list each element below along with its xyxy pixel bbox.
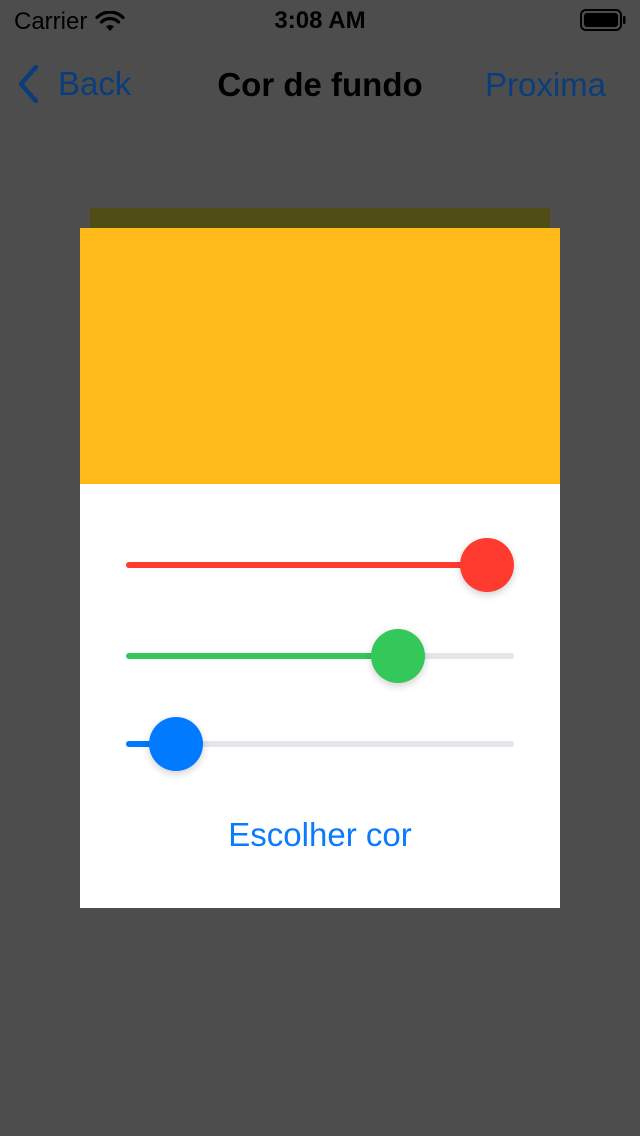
- green-slider-fill: [126, 653, 398, 659]
- green-slider-thumb[interactable]: [370, 629, 425, 683]
- choose-color-button[interactable]: Escolher cor: [80, 816, 560, 854]
- red-slider-fill: [126, 562, 514, 568]
- color-picker-card: Escolher cor: [80, 228, 560, 908]
- card-background-strip: [90, 208, 550, 230]
- blue-slider[interactable]: [126, 714, 514, 774]
- red-slider-thumb[interactable]: [460, 538, 514, 592]
- green-slider[interactable]: [126, 626, 514, 686]
- navigation-bar: Back Cor de fundo Proxima: [0, 40, 640, 128]
- blue-slider-thumb[interactable]: [149, 717, 204, 771]
- color-preview-swatch: [80, 228, 560, 484]
- status-bar: Carrier 3:08 AM: [0, 0, 640, 40]
- next-button[interactable]: Proxima: [485, 66, 606, 104]
- battery-icon: [580, 9, 626, 31]
- status-time: 3:08 AM: [274, 7, 366, 34]
- red-slider[interactable]: [126, 535, 514, 595]
